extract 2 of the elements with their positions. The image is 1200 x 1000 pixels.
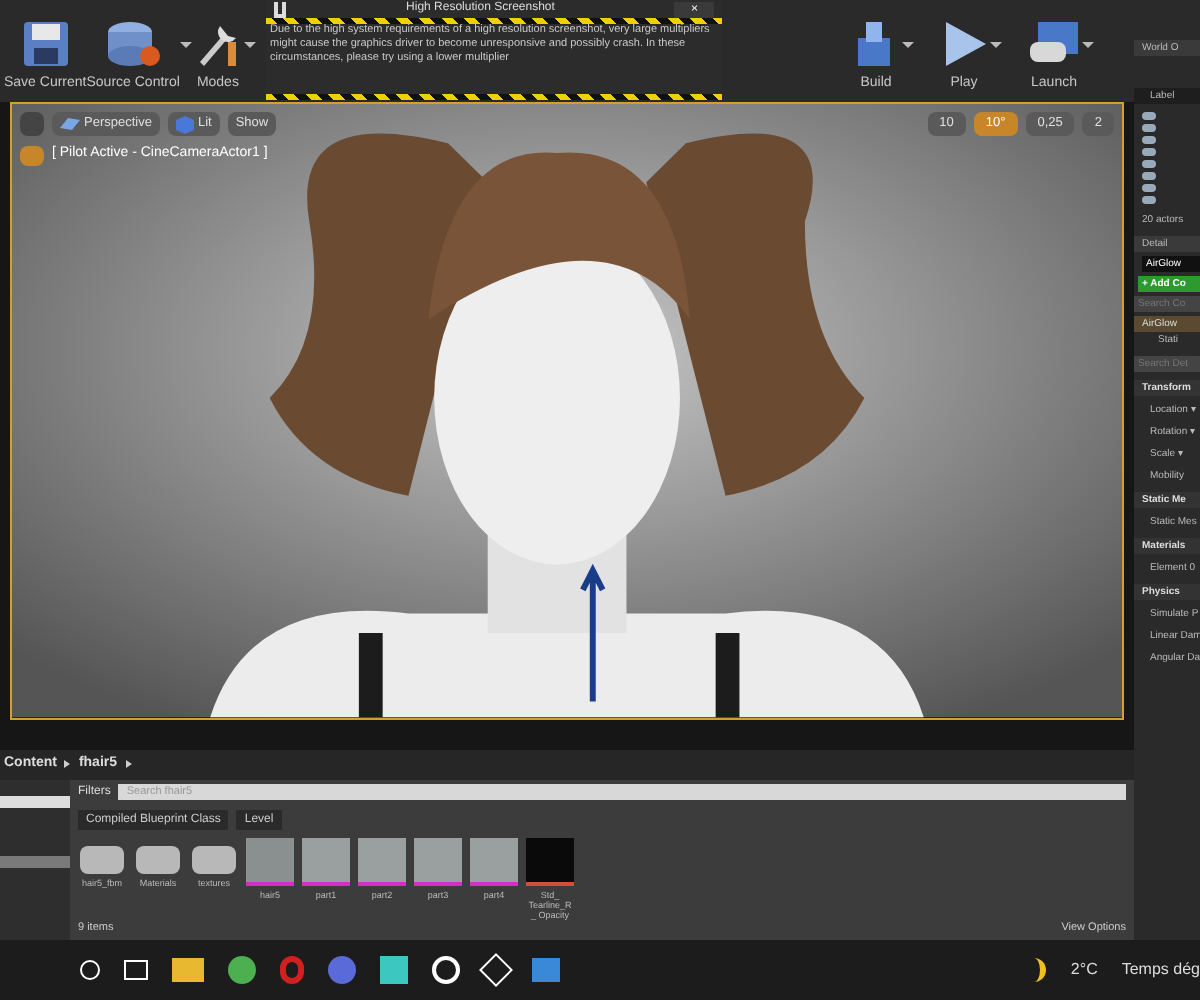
weather-text: Temps dég [1121,958,1200,982]
weather-temperature: 2°C [1070,958,1098,982]
